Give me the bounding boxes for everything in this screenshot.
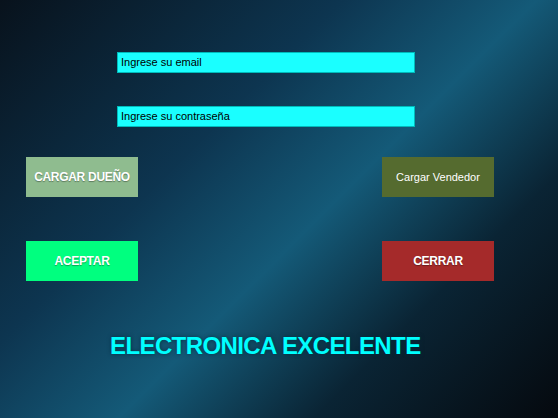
- form-button[interactable]: CARGAR DUEÑO: [26, 157, 138, 197]
- button-row: ACEPTAR CERRAR: [0, 241, 558, 281]
- button-row: CARGAR DUEÑO Cargar Vendedor: [0, 157, 558, 197]
- app-title: ELECTRONICA EXCELENTE: [110, 331, 558, 361]
- background-photo: Ingrese su email Ingrese su contraseña CAR…: [0, 0, 558, 418]
- form-button[interactable]: ACEPTAR: [26, 241, 138, 281]
- text-field[interactable]: Ingrese su email: [117, 52, 415, 73]
- login-window: Ingrese su email Ingrese su contraseña CAR…: [0, 0, 558, 418]
- form-button[interactable]: CERRAR: [382, 241, 494, 281]
- form-button[interactable]: Cargar Vendedor: [382, 157, 494, 197]
- text-field[interactable]: Ingrese su contraseña: [117, 106, 415, 127]
